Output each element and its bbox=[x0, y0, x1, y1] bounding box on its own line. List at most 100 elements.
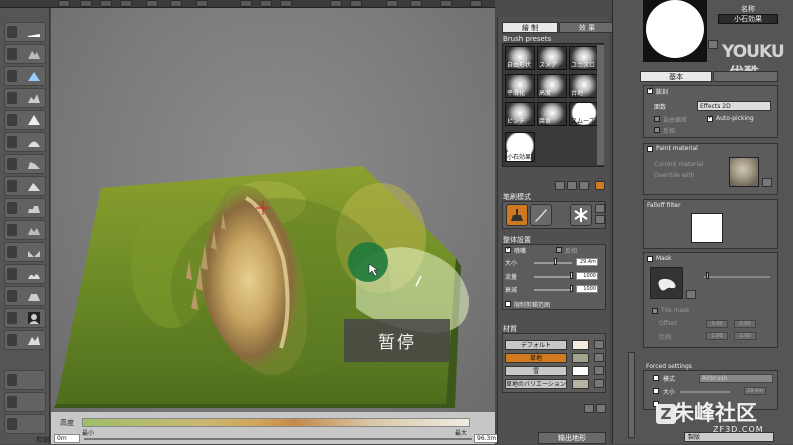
limit-clip-checkbox[interactable] bbox=[505, 301, 511, 307]
falloff-field[interactable]: 1000 bbox=[576, 285, 598, 293]
falloff-slider[interactable] bbox=[534, 289, 572, 291]
size-slider-knob[interactable] bbox=[554, 258, 557, 265]
flow-slider[interactable] bbox=[534, 276, 572, 278]
material-default-swatch[interactable] bbox=[572, 340, 589, 350]
mask-slider-knob[interactable] bbox=[706, 272, 709, 279]
tool-button[interactable] bbox=[4, 330, 46, 350]
preset-action-button[interactable] bbox=[555, 181, 565, 190]
toolbar-button[interactable] bbox=[120, 0, 132, 7]
brush-name-field[interactable]: 小石効果 bbox=[718, 14, 778, 24]
toolbar-button[interactable] bbox=[100, 0, 112, 7]
toolbar-button[interactable] bbox=[440, 0, 452, 7]
toolbar-button[interactable] bbox=[410, 0, 422, 7]
mask-thumbnail[interactable] bbox=[650, 267, 683, 299]
right-panel-scrollbar[interactable] bbox=[628, 352, 635, 438]
toolbar-button[interactable] bbox=[350, 0, 362, 7]
preset-scrollbar[interactable] bbox=[597, 45, 604, 165]
mode-option-button[interactable] bbox=[595, 204, 605, 213]
paint-material-checkbox[interactable] bbox=[647, 146, 653, 152]
preset-action-button[interactable] bbox=[579, 181, 589, 190]
tool-button[interactable] bbox=[4, 22, 46, 42]
tab-paint[interactable]: 繪 制 bbox=[502, 22, 558, 33]
brush-mode-scatter-button[interactable] bbox=[570, 204, 592, 226]
material-lock-icon[interactable] bbox=[594, 379, 604, 388]
brush-preset[interactable]: ユニスロ bbox=[569, 46, 599, 70]
material-grass-button[interactable]: 草地 bbox=[505, 353, 567, 363]
toolbar-button[interactable] bbox=[80, 0, 92, 7]
material-delete-button[interactable] bbox=[596, 404, 606, 413]
brush-preset-selected[interactable]: 小石効果 bbox=[505, 132, 535, 162]
toolbar-button[interactable] bbox=[58, 0, 70, 7]
preview-option-button[interactable] bbox=[708, 40, 718, 49]
tool-button[interactable] bbox=[4, 392, 46, 412]
pause-overlay[interactable]: 暂停 bbox=[344, 319, 450, 362]
brush-preset[interactable]: 平滑化 bbox=[505, 74, 535, 98]
offset-x-field[interactable]: 0.00 bbox=[706, 320, 728, 328]
height-gradient[interactable] bbox=[82, 418, 470, 427]
mask-checkbox[interactable] bbox=[647, 256, 653, 262]
tool-button[interactable] bbox=[4, 44, 46, 64]
toolbar-button[interactable] bbox=[240, 0, 252, 7]
brush-preset[interactable]: ピンチ bbox=[505, 102, 535, 126]
mask-slider[interactable] bbox=[704, 276, 770, 278]
reverse-checkbox[interactable] bbox=[556, 247, 562, 253]
toolbar-button[interactable] bbox=[280, 0, 292, 7]
preset-lock-button[interactable] bbox=[595, 181, 605, 190]
scale-x-field[interactable]: 1.00 bbox=[706, 332, 728, 340]
material-thumbnail[interactable] bbox=[729, 157, 759, 187]
tool-button[interactable] bbox=[4, 370, 46, 390]
brush-preset[interactable]: 高度 bbox=[537, 74, 567, 98]
tab-basic[interactable]: 基本 bbox=[640, 71, 712, 82]
paint-reverse-checkbox[interactable] bbox=[654, 127, 660, 133]
tool-button[interactable] bbox=[4, 242, 46, 262]
brush-preset[interactable]: 台地 bbox=[569, 74, 599, 98]
size-field[interactable]: 29.4m bbox=[576, 258, 598, 266]
clip-min-field[interactable]: 0m bbox=[54, 434, 80, 443]
forced-mode-checkbox[interactable] bbox=[653, 375, 659, 381]
brush-mode-smudge-button[interactable] bbox=[530, 204, 552, 226]
forced-size-field[interactable]: 29.4m bbox=[744, 387, 766, 395]
tool-button[interactable] bbox=[4, 286, 46, 306]
material-lock-icon[interactable] bbox=[594, 366, 604, 375]
brush-preset[interactable]: 腐食 bbox=[537, 102, 567, 126]
offset-y-field[interactable]: 0.00 bbox=[734, 320, 756, 328]
material-grass-swatch[interactable] bbox=[572, 353, 589, 363]
toolbar-button[interactable] bbox=[330, 0, 342, 7]
falloff-filter-thumbnail[interactable] bbox=[691, 213, 723, 243]
material-grass-variation-swatch[interactable] bbox=[572, 379, 589, 389]
forced-size-checkbox[interactable] bbox=[653, 388, 659, 394]
tab-effect[interactable]: 效 果 bbox=[559, 22, 615, 33]
flow-field[interactable]: 1000 bbox=[576, 272, 598, 280]
toolbar-button[interactable] bbox=[470, 0, 482, 7]
material-add-button[interactable] bbox=[584, 404, 594, 413]
tool-button[interactable] bbox=[4, 198, 46, 218]
scale-y-field[interactable]: 1.00 bbox=[734, 332, 756, 340]
toolbar-button[interactable] bbox=[386, 0, 398, 7]
tool-button[interactable] bbox=[4, 88, 46, 108]
current-material-radio[interactable]: Current material bbox=[654, 161, 704, 168]
free-angle-checkbox[interactable] bbox=[654, 116, 660, 122]
brush-preset[interactable]: スメア bbox=[537, 46, 567, 70]
tool-button[interactable] bbox=[4, 154, 46, 174]
falloff-slider-knob[interactable] bbox=[570, 285, 573, 292]
flow-slider-knob[interactable] bbox=[570, 272, 573, 279]
spray-checkbox[interactable] bbox=[505, 245, 511, 253]
tool-button[interactable] bbox=[4, 220, 46, 240]
tool-button[interactable] bbox=[4, 264, 46, 284]
material-picker-button[interactable] bbox=[762, 178, 772, 187]
brush-mode-paint-button[interactable] bbox=[506, 204, 528, 226]
brush-preset[interactable]: スムーズ bbox=[569, 102, 599, 126]
tool-button[interactable] bbox=[4, 110, 46, 130]
override-material-radio[interactable]: Override with bbox=[654, 172, 695, 179]
toolbar-button[interactable] bbox=[146, 0, 158, 7]
material-snow-button[interactable]: 雪 bbox=[505, 366, 567, 376]
tool-button[interactable] bbox=[4, 414, 46, 434]
mode-option-button[interactable] bbox=[595, 215, 605, 224]
size-slider[interactable] bbox=[534, 262, 572, 264]
auto-picking-checkbox[interactable] bbox=[707, 114, 713, 122]
forced-size-slider[interactable] bbox=[680, 391, 730, 393]
material-grass-variation-button[interactable]: 草地のバリエーション bbox=[505, 379, 567, 389]
export-terrain-button[interactable]: 输出地形 bbox=[538, 432, 606, 444]
bottom-select[interactable]: 製版 bbox=[684, 432, 774, 442]
toolbar-button[interactable] bbox=[260, 0, 272, 7]
